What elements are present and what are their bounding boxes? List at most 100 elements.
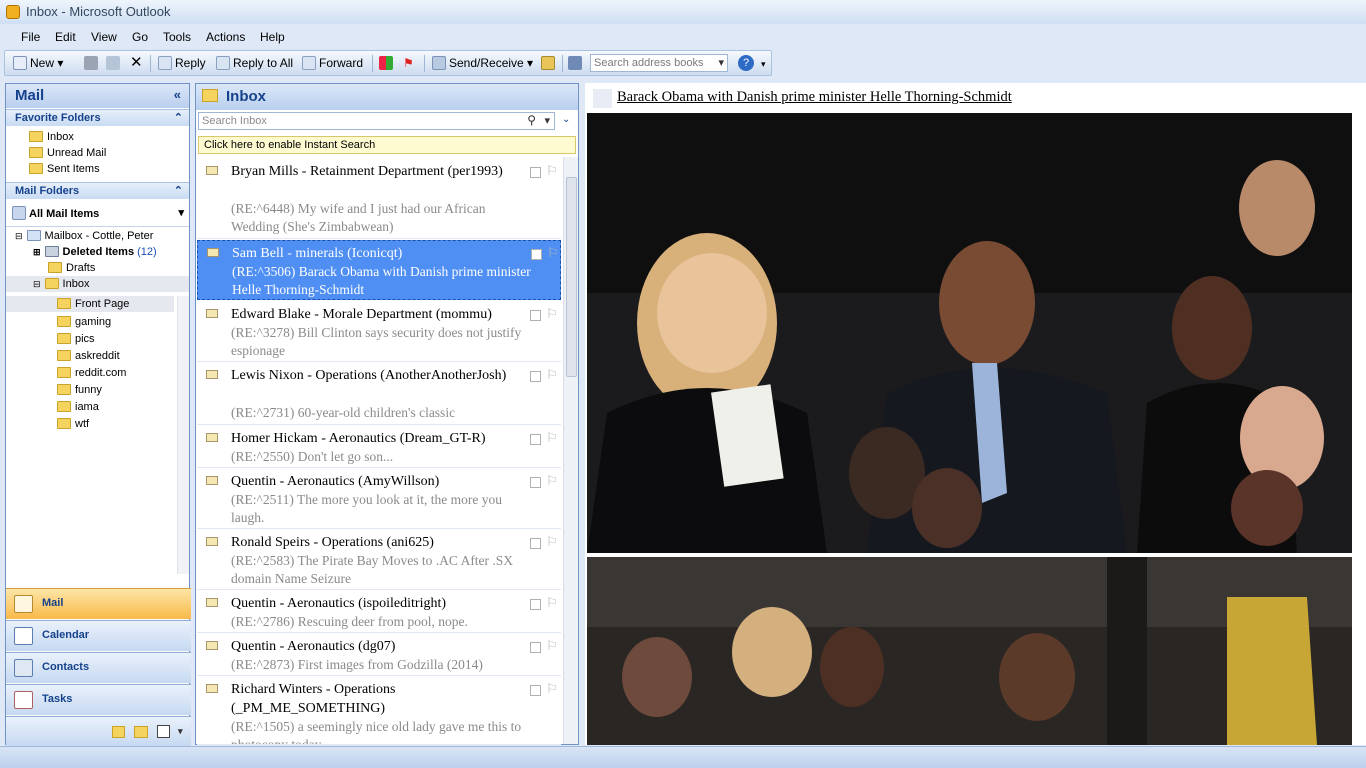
message-subject[interactable]: Barack Obama with Danish prime minister … bbox=[617, 89, 1012, 106]
shortcuts-icon[interactable] bbox=[157, 725, 170, 738]
message-sender: Edward Blake - Morale Department (mommu) bbox=[231, 307, 492, 322]
category-box[interactable] bbox=[530, 310, 541, 321]
message-row[interactable]: Ronald Speirs - Operations (ani625) (RE:^… bbox=[197, 530, 561, 590]
nav-contacts-button[interactable]: Contacts bbox=[6, 652, 191, 683]
folder-deleted-items[interactable]: ⊞ Deleted Items (12) bbox=[33, 246, 157, 258]
flag-icon[interactable]: ⚐ bbox=[546, 638, 558, 654]
flag-icon[interactable]: ⚐ bbox=[546, 306, 558, 322]
inbox-icon bbox=[44, 278, 59, 289]
all-mail-items-dropdown[interactable]: All Mail Items ▾ bbox=[12, 206, 188, 220]
folder-funny[interactable]: funny bbox=[57, 384, 102, 396]
enable-instant-search-bar[interactable]: Click here to enable Instant Search bbox=[198, 136, 576, 154]
folder-iama[interactable]: iama bbox=[57, 401, 99, 413]
message-row[interactable]: Lewis Nixon - Operations (AnotherAnother… bbox=[197, 363, 561, 425]
expand-query-icon[interactable]: ⌄ bbox=[562, 114, 570, 125]
send-receive-button[interactable]: Send/Receive ▾ bbox=[432, 56, 533, 70]
nav-tasks-button[interactable]: Tasks bbox=[6, 684, 191, 715]
category-box[interactable] bbox=[530, 685, 541, 696]
folder-scrollbar[interactable] bbox=[177, 296, 189, 574]
collapse-pane-icon[interactable]: « bbox=[174, 87, 181, 102]
chevron-up-icon[interactable]: ⌃ bbox=[174, 111, 183, 124]
message-row[interactable]: Quentin - Aeronautics (dg07) (RE:^2873) F… bbox=[197, 634, 561, 676]
message-row[interactable]: Sam Bell - minerals (Iconicqt) (RE:^3506)… bbox=[197, 240, 561, 300]
navigation-pane: Mail « Favorite Folders ⌃ Inbox Unread Mai… bbox=[5, 83, 191, 746]
configure-buttons-icon[interactable]: ▾ bbox=[178, 726, 183, 737]
scrollbar-thumb[interactable] bbox=[566, 177, 577, 377]
move-button[interactable] bbox=[106, 56, 123, 70]
print-button[interactable] bbox=[84, 56, 101, 70]
message-row[interactable]: Bryan Mills - Retainment Department (per… bbox=[197, 159, 561, 239]
expand-icon[interactable]: ⊞ bbox=[33, 247, 41, 257]
category-box[interactable] bbox=[530, 642, 541, 653]
collapse-icon[interactable]: ⊟ bbox=[15, 231, 23, 241]
favorite-sent-items[interactable]: Sent Items bbox=[29, 163, 100, 175]
category-box[interactable] bbox=[530, 538, 541, 549]
folder-pics[interactable]: pics bbox=[57, 333, 95, 345]
folder-drafts[interactable]: Drafts bbox=[48, 262, 95, 274]
search-icon[interactable]: ⚲ bbox=[527, 113, 536, 127]
message-row[interactable]: Homer Hickam - Aeronautics (Dream_GT-R) (… bbox=[197, 426, 561, 468]
message-row[interactable]: Edward Blake - Morale Department (mommu)… bbox=[197, 302, 561, 362]
message-list-scrollbar[interactable] bbox=[563, 157, 578, 744]
category-box[interactable] bbox=[530, 167, 541, 178]
chevron-down-icon[interactable]: ▾ bbox=[178, 206, 184, 219]
mailbox-node[interactable]: ⊟ Mailbox - Cottle, Peter bbox=[15, 230, 153, 242]
reply-button[interactable]: Reply bbox=[158, 56, 206, 70]
forward-button[interactable]: Forward bbox=[302, 56, 363, 70]
flag-icon[interactable]: ⚐ bbox=[546, 430, 558, 446]
menu-view[interactable]: View bbox=[91, 30, 117, 44]
category-box[interactable] bbox=[531, 249, 542, 260]
collapse-icon[interactable]: ⊟ bbox=[33, 279, 41, 289]
delete-button[interactable]: ✕ bbox=[130, 53, 143, 71]
reply-all-button[interactable]: Reply to All bbox=[216, 56, 293, 70]
search-address-books-input[interactable]: Search address books ▾ bbox=[590, 54, 728, 72]
follow-up-button[interactable]: ⚑ bbox=[403, 56, 414, 70]
category-box[interactable] bbox=[530, 371, 541, 382]
message-row[interactable]: Quentin - Aeronautics (AmyWillson) (RE:^2… bbox=[197, 469, 561, 529]
favorite-inbox[interactable]: Inbox bbox=[29, 131, 74, 143]
notes-icon[interactable] bbox=[112, 726, 125, 738]
chevron-down-icon[interactable]: ▾ bbox=[718, 56, 724, 69]
category-box[interactable] bbox=[530, 599, 541, 610]
nav-mail-button[interactable]: Mail bbox=[6, 588, 191, 619]
address-book-button[interactable] bbox=[541, 56, 558, 70]
folder-list-icon[interactable] bbox=[134, 726, 148, 738]
folder-inbox[interactable]: ⊟ Inbox bbox=[6, 276, 189, 292]
toolbar-separator bbox=[150, 55, 151, 72]
folder-reddit-com[interactable]: reddit.com bbox=[57, 367, 126, 379]
menu-go[interactable]: Go bbox=[132, 30, 148, 44]
flag-icon[interactable]: ⚐ bbox=[546, 163, 558, 179]
flag-icon[interactable]: ⚐ bbox=[546, 595, 558, 611]
chevron-down-icon[interactable]: ▾ bbox=[544, 114, 550, 127]
folder-wtf[interactable]: wtf bbox=[57, 418, 89, 430]
find-contact-button[interactable] bbox=[568, 56, 585, 70]
help-button[interactable]: ? bbox=[738, 55, 754, 71]
mail-folders-header[interactable]: Mail Folders ⌃ bbox=[6, 182, 189, 199]
flag-icon[interactable]: ⚐ bbox=[546, 367, 558, 383]
menu-help[interactable]: Help bbox=[260, 30, 285, 44]
flag-icon[interactable]: ⚐ bbox=[546, 681, 558, 697]
favorite-folders-header[interactable]: Favorite Folders ⌃ bbox=[6, 109, 189, 126]
category-box[interactable] bbox=[530, 477, 541, 488]
menu-actions[interactable]: Actions bbox=[206, 30, 245, 44]
flag-icon[interactable]: ⚐ bbox=[546, 473, 558, 489]
folder-askreddit[interactable]: askreddit bbox=[57, 350, 120, 362]
message-row[interactable]: Richard Winters - Operations (_PM_ME_SOM… bbox=[197, 677, 561, 745]
flag-icon[interactable]: ⚐ bbox=[546, 534, 558, 550]
message-row[interactable]: Quentin - Aeronautics (ispoileditright) (… bbox=[197, 591, 561, 633]
toolbar-options-icon[interactable]: ▾ bbox=[761, 59, 766, 70]
nav-calendar-button[interactable]: Calendar bbox=[6, 620, 191, 651]
new-button[interactable]: New ▾ bbox=[13, 56, 63, 70]
folder-front-page[interactable]: Front Page bbox=[6, 296, 174, 312]
chevron-up-icon[interactable]: ⌃ bbox=[174, 184, 183, 197]
menu-file[interactable]: File bbox=[21, 30, 40, 44]
message-preview: (RE:^2583) The Pirate Bay Moves to .AC A… bbox=[231, 553, 514, 586]
menu-tools[interactable]: Tools bbox=[163, 30, 191, 44]
menu-edit[interactable]: Edit bbox=[55, 30, 76, 44]
categorize-button[interactable] bbox=[379, 56, 396, 70]
search-inbox-input[interactable]: Search Inbox ⚲ ▾ bbox=[198, 112, 555, 130]
favorite-unread-mail[interactable]: Unread Mail bbox=[29, 147, 106, 159]
category-box[interactable] bbox=[530, 434, 541, 445]
folder-gaming[interactable]: gaming bbox=[57, 316, 111, 328]
flag-icon[interactable]: ⚐ bbox=[547, 245, 559, 261]
